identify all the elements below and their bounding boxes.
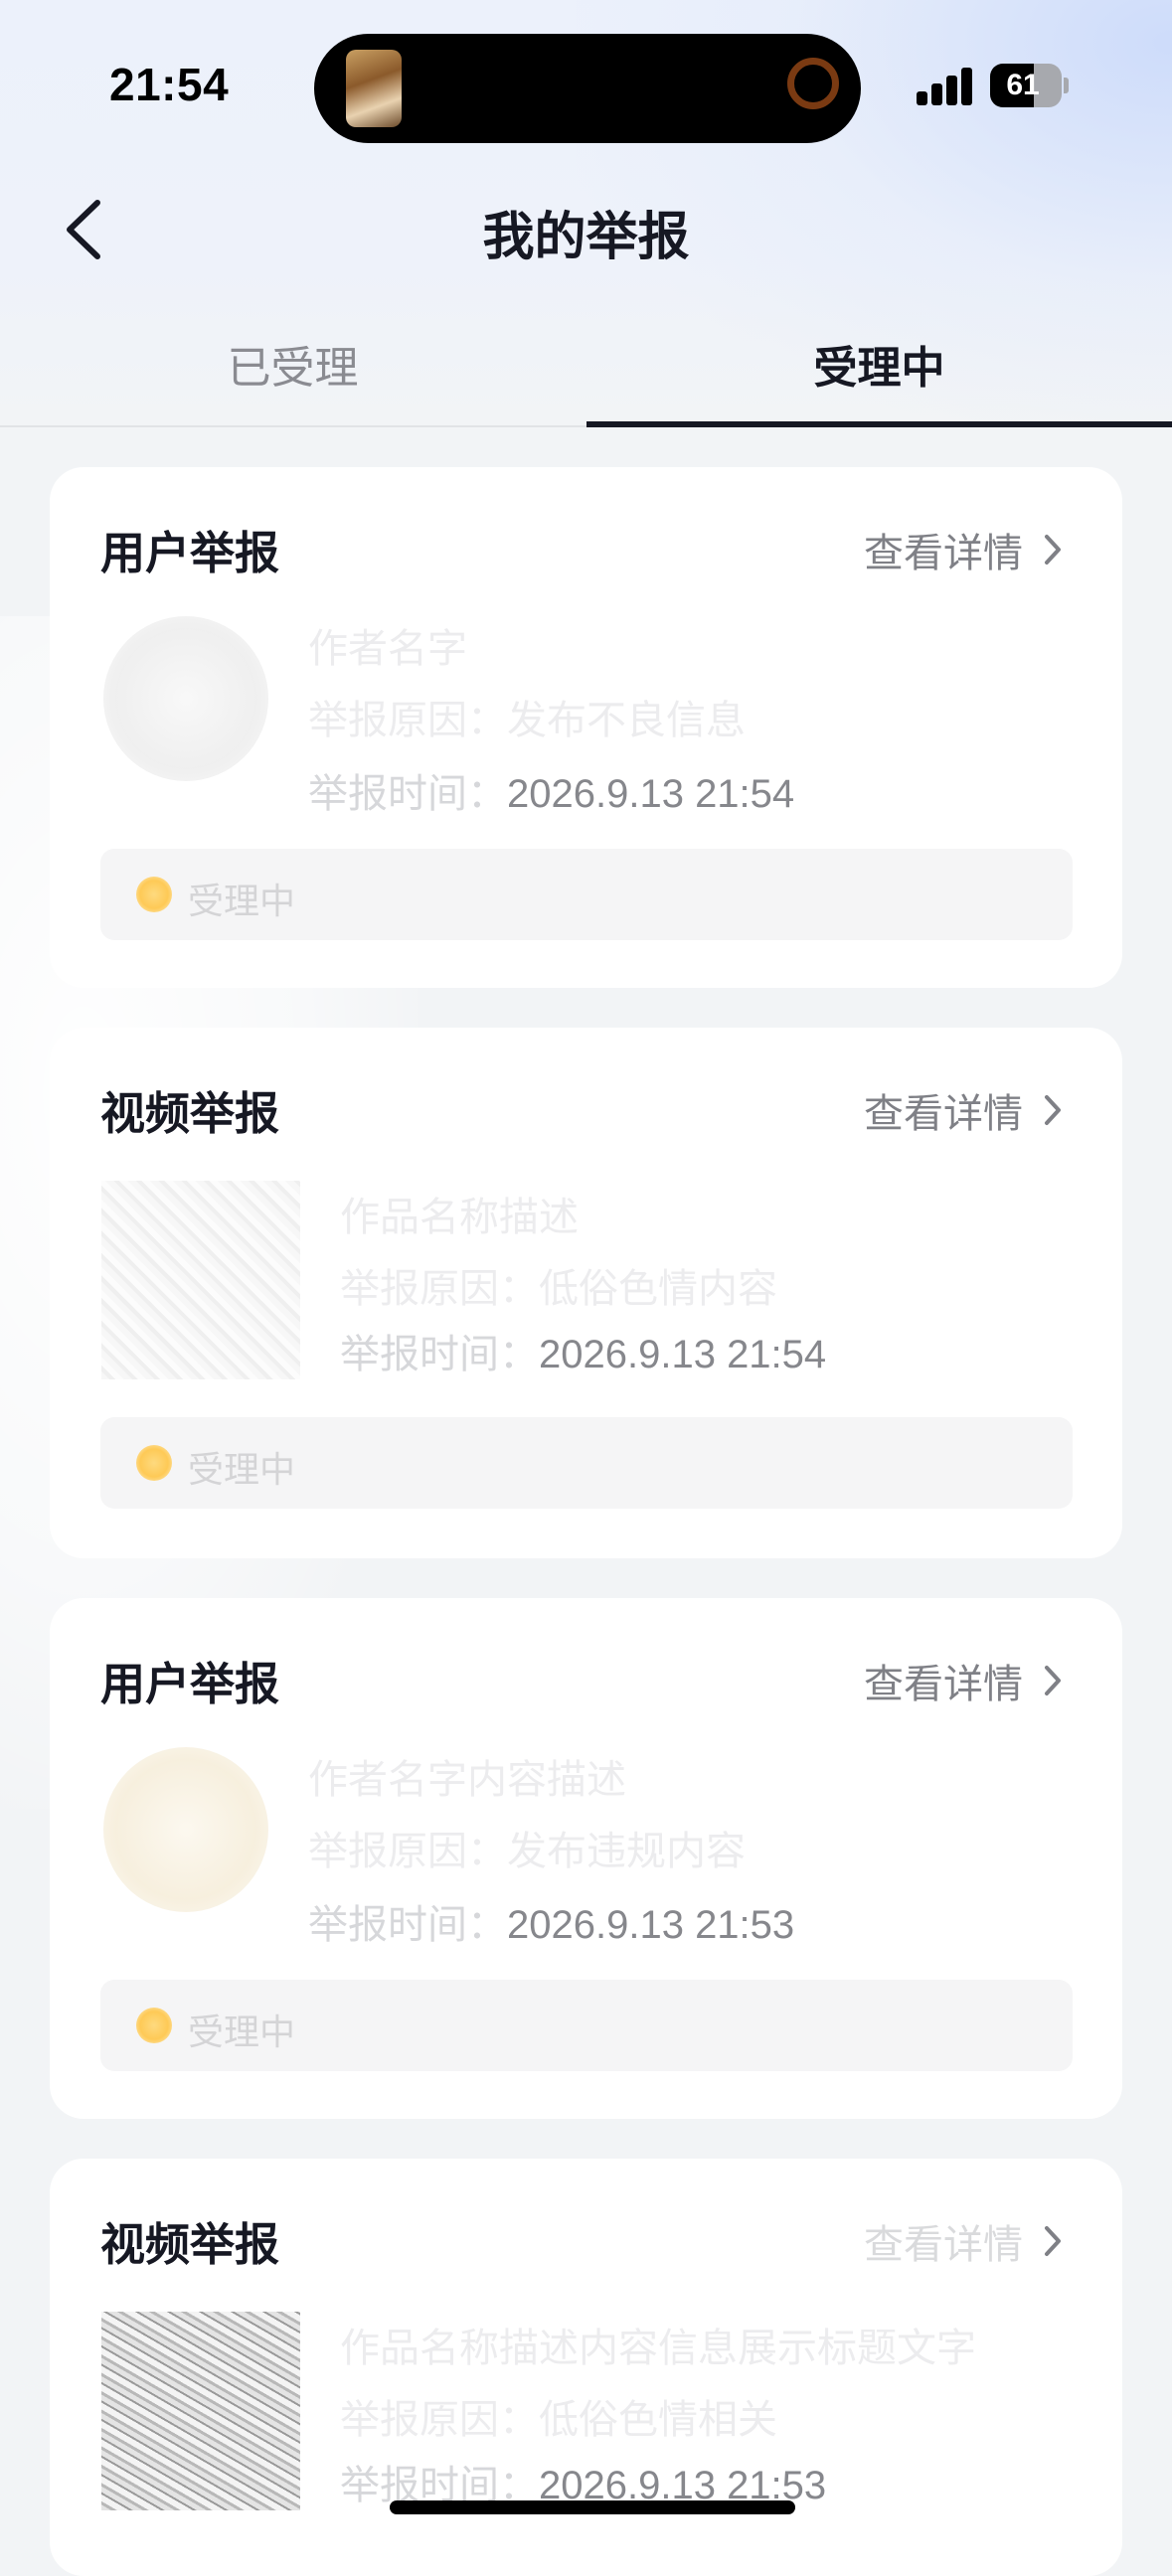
report-time: 举报时间：2026.9.13 21:54	[340, 1322, 826, 1379]
reported-video-thumbnail	[101, 1181, 300, 1379]
report-type: 用户举报	[100, 528, 280, 578]
tab-processing[interactable]: 受理中	[586, 332, 1172, 396]
report-time-label: 举报时间：	[308, 1903, 507, 1947]
tab-active-indicator	[586, 421, 1172, 427]
view-details-link[interactable]: 查看详情	[864, 1652, 1063, 1709]
chevron-right-icon	[1045, 535, 1061, 564]
reported-name: 作者名字内容描述	[308, 1758, 626, 1802]
report-time-label: 举报时间：	[308, 772, 507, 816]
now-playing-thumbnail[interactable]	[346, 50, 402, 127]
view-details-link[interactable]: 查看详情	[864, 1081, 1063, 1139]
status-text: 受理中	[188, 1449, 296, 1490]
report-reason: 举报原因：发布不良信息	[308, 699, 746, 742]
report-reason: 举报原因：低俗色情内容	[340, 1267, 777, 1311]
reported-video-thumbnail	[101, 2312, 300, 2510]
chevron-right-icon	[1045, 2226, 1061, 2256]
status-text: 受理中	[188, 881, 296, 921]
status-row: 受理中	[100, 1417, 1073, 1509]
report-type: 视频举报	[100, 1088, 280, 1139]
reported-name: 作品名称描述内容信息展示标题文字	[340, 2327, 976, 2370]
report-card[interactable]: 用户举报 查看详情 作者名字内容描述 举报原因：发布违规内容 举报时间：2026…	[50, 1598, 1122, 2119]
report-time: 举报时间：2026.9.13 21:53	[308, 1892, 794, 1950]
report-time-value: 2026.9.13 21:54	[507, 772, 795, 816]
processing-icon	[136, 1445, 172, 1481]
report-time: 举报时间：2026.9.13 21:54	[308, 761, 794, 819]
cellular-signal-icon	[917, 66, 974, 105]
report-time-value: 2026.9.13 21:53	[507, 1903, 795, 1947]
tab-accepted[interactable]: 已受理	[0, 332, 586, 396]
report-time-value: 2026.9.13 21:54	[539, 1333, 827, 1376]
view-details-label: 查看详情	[864, 2223, 1023, 2267]
processing-icon	[136, 877, 172, 912]
status-text: 受理中	[188, 2012, 296, 2052]
report-card[interactable]: 视频举报 查看详情 作品名称描述 举报原因：低俗色情内容 举报时间：2026.9…	[50, 1028, 1122, 1558]
chevron-right-icon	[1045, 1095, 1061, 1125]
report-reason: 举报原因：发布违规内容	[308, 1830, 746, 1873]
view-details-link[interactable]: 查看详情	[864, 521, 1063, 578]
reported-user-avatar	[103, 1747, 268, 1912]
report-type: 用户举报	[100, 1659, 280, 1709]
chevron-right-icon	[1045, 1666, 1061, 1695]
report-time-label: 举报时间：	[340, 1333, 539, 1376]
status-row: 受理中	[100, 1980, 1073, 2071]
battery-icon: 61	[990, 64, 1062, 107]
report-card[interactable]: 用户举报 查看详情 作者名字 举报原因：发布不良信息 举报时间：2026.9.1…	[50, 467, 1122, 988]
reported-name: 作品名称描述	[340, 1196, 579, 1239]
battery-level: 61	[1006, 69, 1040, 101]
page-title: 我的举报	[482, 209, 690, 266]
report-reason: 举报原因：低俗色情相关	[340, 2398, 777, 2442]
dynamic-island[interactable]	[314, 34, 861, 143]
view-details-link[interactable]: 查看详情	[864, 2212, 1063, 2270]
processing-icon	[136, 2008, 172, 2043]
report-type: 视频举报	[100, 2219, 280, 2270]
view-details-label: 查看详情	[864, 1663, 1023, 1706]
status-time: 21:54	[109, 59, 230, 110]
status-row: 受理中	[100, 849, 1073, 940]
battery-cap	[1064, 78, 1069, 93]
activity-ring-icon	[787, 58, 839, 109]
home-indicator[interactable]	[390, 2500, 795, 2514]
reported-name: 作者名字	[308, 627, 467, 671]
view-details-label: 查看详情	[864, 532, 1023, 575]
reported-user-avatar	[103, 616, 268, 781]
view-details-label: 查看详情	[864, 1092, 1023, 1136]
